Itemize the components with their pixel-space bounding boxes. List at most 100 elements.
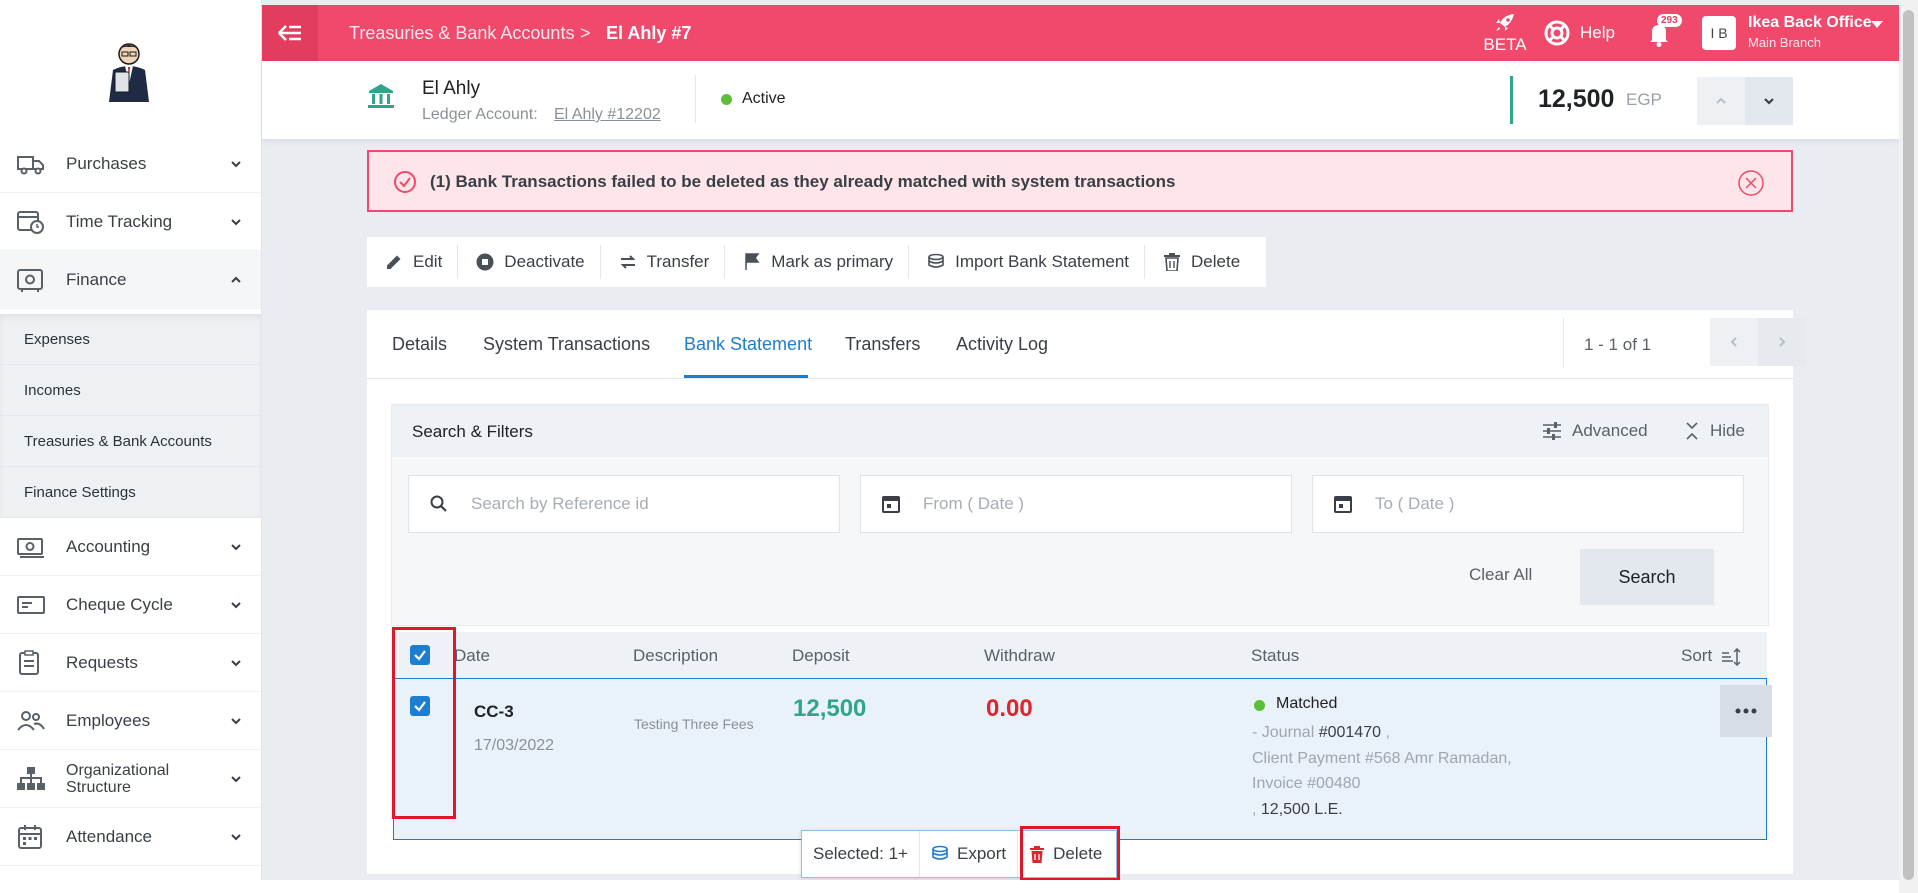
export-button[interactable]: Export xyxy=(920,831,1019,877)
finance-submenu: Expenses Incomes Treasuries & Bank Accou… xyxy=(0,314,261,518)
search-button[interactable]: Search xyxy=(1580,549,1714,605)
coins-icon xyxy=(931,845,949,863)
submenu-item-treasuries[interactable]: Treasuries & Bank Accounts xyxy=(0,416,261,467)
journal-link[interactable]: #001470 xyxy=(1319,724,1381,741)
user-branch: Main Branch xyxy=(1748,35,1821,50)
reference-search-field[interactable] xyxy=(408,475,840,533)
scrollbar-thumb[interactable] xyxy=(1903,10,1914,880)
chevron-up-icon xyxy=(1714,94,1728,108)
delete-account-button[interactable]: Delete xyxy=(1145,245,1255,279)
sidebar-toggle-button[interactable] xyxy=(262,5,318,61)
sidebar-item-label: Cheque Cycle xyxy=(66,594,173,614)
status-dot xyxy=(1254,700,1265,711)
sidebar-item-purchases[interactable]: Purchases xyxy=(0,135,261,193)
chevron-down-icon xyxy=(229,714,243,728)
transfer-button[interactable]: Transfer xyxy=(601,245,726,279)
next-record-button[interactable] xyxy=(1745,77,1793,125)
chevron-up-icon xyxy=(229,273,243,287)
tab-activity-log[interactable]: Activity Log xyxy=(956,334,1048,355)
calendar-icon xyxy=(1333,494,1353,514)
deactivate-button[interactable]: Deactivate xyxy=(458,245,601,279)
column-deposit: Deposit xyxy=(792,646,850,665)
search-input[interactable] xyxy=(471,490,821,518)
sidebar-item-employees[interactable]: Employees xyxy=(0,692,261,750)
status-dot xyxy=(721,94,732,105)
balance-accent-bar xyxy=(1510,76,1513,124)
help-button[interactable]: Help xyxy=(1544,20,1615,46)
org-chart-icon xyxy=(16,766,46,792)
tab-details[interactable]: Details xyxy=(392,334,447,355)
chevron-left-icon xyxy=(1727,335,1741,349)
import-bank-statement-button[interactable]: Import Bank Statement xyxy=(909,245,1146,279)
sliders-icon xyxy=(1542,422,1562,440)
table-header: Date Description Deposit Withdraw Status… xyxy=(393,632,1767,678)
from-date-field[interactable] xyxy=(860,475,1292,533)
divider xyxy=(367,378,1793,379)
column-withdraw: Withdraw xyxy=(984,646,1055,665)
ledger-label: Ledger Account: xyxy=(422,106,538,123)
breadcrumb-current: El Ahly #7 xyxy=(606,23,692,43)
sidebar-item-accounting[interactable]: Accounting xyxy=(0,518,261,576)
row-amount-line: , 12,500 L.E. xyxy=(1252,801,1343,819)
filters-title: Search & Filters xyxy=(412,422,533,441)
stop-circle-icon xyxy=(476,253,494,271)
row-invoice[interactable]: Invoice #00480 xyxy=(1252,775,1361,793)
sidebar-item-cheque-cycle[interactable]: Cheque Cycle xyxy=(0,576,261,634)
arrow-left-icon xyxy=(277,23,303,43)
action-toolbar: Edit Deactivate Transfer Mark as primary… xyxy=(367,237,1266,287)
swap-arrows-icon xyxy=(619,253,637,271)
beta-button[interactable]: BETA xyxy=(1480,13,1530,55)
tab-transfers[interactable]: Transfers xyxy=(845,334,920,355)
to-date-input[interactable] xyxy=(1375,490,1725,518)
next-page-button[interactable] xyxy=(1758,318,1806,366)
to-date-field[interactable] xyxy=(1312,475,1744,533)
from-date-input[interactable] xyxy=(923,490,1273,518)
avatar[interactable]: I B xyxy=(1702,16,1736,50)
column-description: Description xyxy=(633,646,719,665)
divider xyxy=(1563,318,1564,368)
sidebar-item-label: Purchases xyxy=(66,153,147,173)
ledger-account-link[interactable]: El Ahly #12202 xyxy=(554,106,661,124)
row-client-payment[interactable]: Client Payment #568 Amr Ramadan, xyxy=(1252,750,1512,768)
selected-count: Selected: 1+ xyxy=(802,831,920,877)
submenu-item-finance-settings[interactable]: Finance Settings xyxy=(0,467,261,518)
clear-all-button[interactable]: Clear All xyxy=(1469,565,1532,585)
caret-down-icon[interactable] xyxy=(1871,21,1883,29)
previous-page-button[interactable] xyxy=(1710,318,1758,366)
deactivate-label: Deactivate xyxy=(504,252,585,271)
breadcrumb-separator: > xyxy=(580,23,591,43)
mark-primary-button[interactable]: Mark as primary xyxy=(725,245,910,279)
edit-button[interactable]: Edit xyxy=(367,245,459,279)
tab-system-transactions[interactable]: System Transactions xyxy=(483,334,650,355)
user-name[interactable]: Ikea Back Office xyxy=(1748,14,1872,32)
chevron-down-icon xyxy=(229,215,243,229)
tab-bank-statement[interactable]: Bank Statement xyxy=(684,334,812,355)
sidebar-item-attendance[interactable]: Attendance xyxy=(0,808,261,866)
table-row[interactable]: CC-3 17/03/2022 Testing Three Fees 12,50… xyxy=(393,678,1772,840)
cheque-icon xyxy=(16,592,46,618)
sidebar-item-organizational-structure[interactable]: Organizational Structure xyxy=(0,750,261,808)
submenu-item-expenses[interactable]: Expenses xyxy=(0,314,261,365)
balance-amount: 12,500 xyxy=(1538,85,1615,113)
submenu-item-incomes[interactable]: Incomes xyxy=(0,365,261,416)
breadcrumb-parent[interactable]: Treasuries & Bank Accounts xyxy=(349,23,574,44)
close-icon[interactable] xyxy=(1737,169,1765,197)
check-circle-icon xyxy=(393,170,417,194)
pencil-icon xyxy=(385,253,403,271)
more-horizontal-icon xyxy=(1735,708,1757,714)
sidebar-item-finance[interactable]: Finance xyxy=(0,251,261,309)
hide-filters-button[interactable]: Hide xyxy=(1684,421,1745,441)
row-more-button[interactable] xyxy=(1720,685,1772,737)
row-reference[interactable]: CC-3 xyxy=(474,702,514,722)
sidebar-item-requests[interactable]: Requests xyxy=(0,634,261,692)
sort-button[interactable]: Sort xyxy=(1681,646,1741,666)
top-bar: Treasuries & Bank Accounts > El Ahly #7 … xyxy=(262,5,1899,61)
collapse-icon xyxy=(1684,422,1700,440)
advanced-filter-button[interactable]: Advanced xyxy=(1542,421,1648,441)
previous-record-button[interactable] xyxy=(1697,77,1745,125)
sidebar-item-time-tracking[interactable]: Time Tracking xyxy=(0,193,261,251)
help-label: Help xyxy=(1580,23,1615,42)
chevron-down-icon xyxy=(1762,94,1776,108)
users-icon xyxy=(16,708,46,734)
highlight-delete-button xyxy=(1020,826,1120,881)
